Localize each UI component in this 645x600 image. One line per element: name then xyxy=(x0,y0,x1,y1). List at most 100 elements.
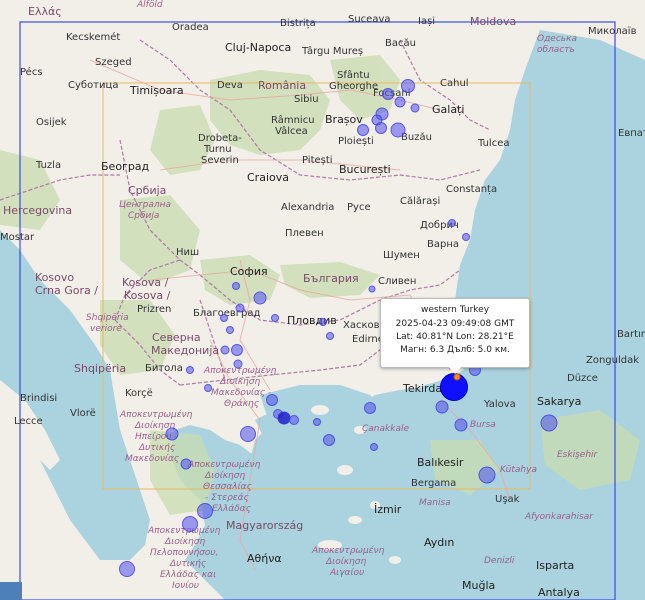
earthquake-marker[interactable] xyxy=(382,88,394,100)
label-city: Călărași xyxy=(400,196,441,207)
label-city: Prizren xyxy=(137,304,172,315)
earthquake-marker[interactable] xyxy=(253,291,267,305)
label-city: Isparta xyxy=(536,559,575,572)
label-city: Buzău xyxy=(401,132,432,143)
earthquake-marker[interactable] xyxy=(182,516,198,532)
earthquake-marker[interactable] xyxy=(289,415,299,425)
label-city: Sfântu xyxy=(337,70,370,81)
earthquake-marker[interactable] xyxy=(231,344,243,356)
label-serbia: Србија xyxy=(128,184,167,197)
earthquake-marker[interactable] xyxy=(454,418,468,432)
label-city: Bartın xyxy=(617,329,645,340)
earthquake-marker[interactable] xyxy=(232,282,240,290)
label-crnagora2: Crna Gora / xyxy=(35,284,98,297)
label-city: Миколаїв xyxy=(588,26,637,37)
label-city: Zonguldak xyxy=(586,355,640,366)
map-canvas[interactable]: Ελλάς Alföld Moldova România Србија Herc… xyxy=(0,0,645,600)
earthquake-marker[interactable] xyxy=(235,303,245,313)
island xyxy=(311,405,329,415)
earthquake-marker[interactable] xyxy=(394,96,406,108)
label-city: Tulcea xyxy=(478,138,510,149)
label-city: Bacău xyxy=(385,38,416,49)
label-city: Galați xyxy=(432,103,465,116)
label-city: Deva xyxy=(217,80,243,91)
earthquake-marker[interactable] xyxy=(390,122,406,138)
earthquake-marker[interactable] xyxy=(266,394,278,406)
earthquake-marker[interactable] xyxy=(319,318,327,326)
label-thessalias: Θεσσαλίας xyxy=(203,482,252,492)
label-city: Шумен xyxy=(383,250,420,261)
label-city: Сливен xyxy=(378,276,417,287)
label-city: Mostar xyxy=(0,232,35,243)
earthquake-marker[interactable] xyxy=(220,345,230,355)
label-city: Суботица xyxy=(68,80,119,91)
earthquake-marker[interactable] xyxy=(357,124,369,136)
earthquake-marker[interactable] xyxy=(313,418,321,426)
label-city: Tuzla xyxy=(36,160,62,171)
popup-magnitude: Магн: 6.3 Дълб: 5.0 км. xyxy=(400,345,510,355)
earthquake-marker[interactable] xyxy=(180,458,192,470)
label-city: Antalya xyxy=(538,586,580,599)
popup-coords: Lat: 40.81°N Lon: 28.21°E xyxy=(396,332,514,342)
label-city: Vâlcea xyxy=(275,126,308,137)
earthquake-marker[interactable] xyxy=(448,219,456,227)
earthquake-marker[interactable] xyxy=(204,384,212,392)
earthquake-marker[interactable] xyxy=(410,103,420,113)
label-city: Yalova xyxy=(484,399,516,410)
label-city: Afyonkarahisar xyxy=(525,512,593,522)
island xyxy=(389,556,401,564)
island xyxy=(348,516,362,524)
label-city: Pitești xyxy=(302,155,333,166)
earthquake-marker[interactable] xyxy=(326,332,334,340)
label-stereas: - Στερεάς xyxy=(205,493,249,503)
label-dioikisi1: Διοίκηση xyxy=(220,377,261,387)
label-crnagora: Kosovo xyxy=(35,271,75,284)
label-city: Suceava xyxy=(348,14,391,25)
label-city: Turnu xyxy=(204,144,232,155)
earthquake-marker[interactable] xyxy=(220,314,228,322)
earthquake-epicenter-dot[interactable] xyxy=(453,373,461,381)
earthquake-marker[interactable] xyxy=(240,426,256,442)
earthquake-marker[interactable] xyxy=(323,434,335,446)
earthquake-marker[interactable] xyxy=(368,285,376,293)
earthquake-marker[interactable] xyxy=(165,427,179,441)
earthquake-marker[interactable] xyxy=(370,443,378,451)
label-thrakis: Θράκης xyxy=(224,399,260,409)
earthquake-marker[interactable] xyxy=(233,359,243,369)
label-aigaiou: Αιγαίου xyxy=(330,568,365,578)
earthquake-marker[interactable] xyxy=(119,561,135,577)
label-elladas: Ελλάδας xyxy=(212,504,251,514)
label-shqiperia-v: Shqipëria xyxy=(86,313,129,323)
label-dioikisi5: Διοίκηση xyxy=(326,557,367,567)
label-city: Битола xyxy=(145,363,183,374)
earthquake-marker[interactable] xyxy=(478,466,496,484)
label-moldova: Moldova xyxy=(470,15,517,28)
label-city: Cluj-Napoca xyxy=(225,41,292,54)
label-makedonias2: Μακεδονίας xyxy=(125,454,180,464)
earthquake-marker[interactable] xyxy=(197,503,213,519)
earthquake-marker[interactable] xyxy=(462,233,470,241)
earthquake-marker[interactable] xyxy=(540,414,558,432)
earthquake-marker[interactable] xyxy=(435,400,449,414)
label-city: Düzce xyxy=(567,373,598,384)
earthquake-marker[interactable] xyxy=(364,402,376,414)
label-city: Uşak xyxy=(495,494,520,505)
earthquake-marker[interactable] xyxy=(271,314,279,322)
earthquake-marker[interactable] xyxy=(401,79,415,93)
label-city: Cahul xyxy=(440,78,469,89)
label-city: Pécs xyxy=(20,67,43,78)
label-city: Brașov xyxy=(325,113,363,126)
earthquake-marker[interactable] xyxy=(226,326,234,334)
label-city: Плевен xyxy=(285,228,324,239)
label-city: Iași xyxy=(418,16,436,27)
earthquake-marker[interactable] xyxy=(375,122,387,134)
label-city: Lecce xyxy=(14,416,43,427)
label-macedonia2: Македонија xyxy=(151,344,220,357)
label-city: Русе xyxy=(347,202,371,213)
earthquake-marker[interactable] xyxy=(186,366,194,374)
label-city: Muğla xyxy=(462,579,496,592)
label-city: Sakarya xyxy=(537,395,582,408)
label-albania: Shqipëria xyxy=(74,362,127,375)
label-city: Bursa xyxy=(470,420,496,430)
earthquake-popup[interactable]: western Turkey 2025-04-23 09:49:08 GMT L… xyxy=(380,298,530,374)
